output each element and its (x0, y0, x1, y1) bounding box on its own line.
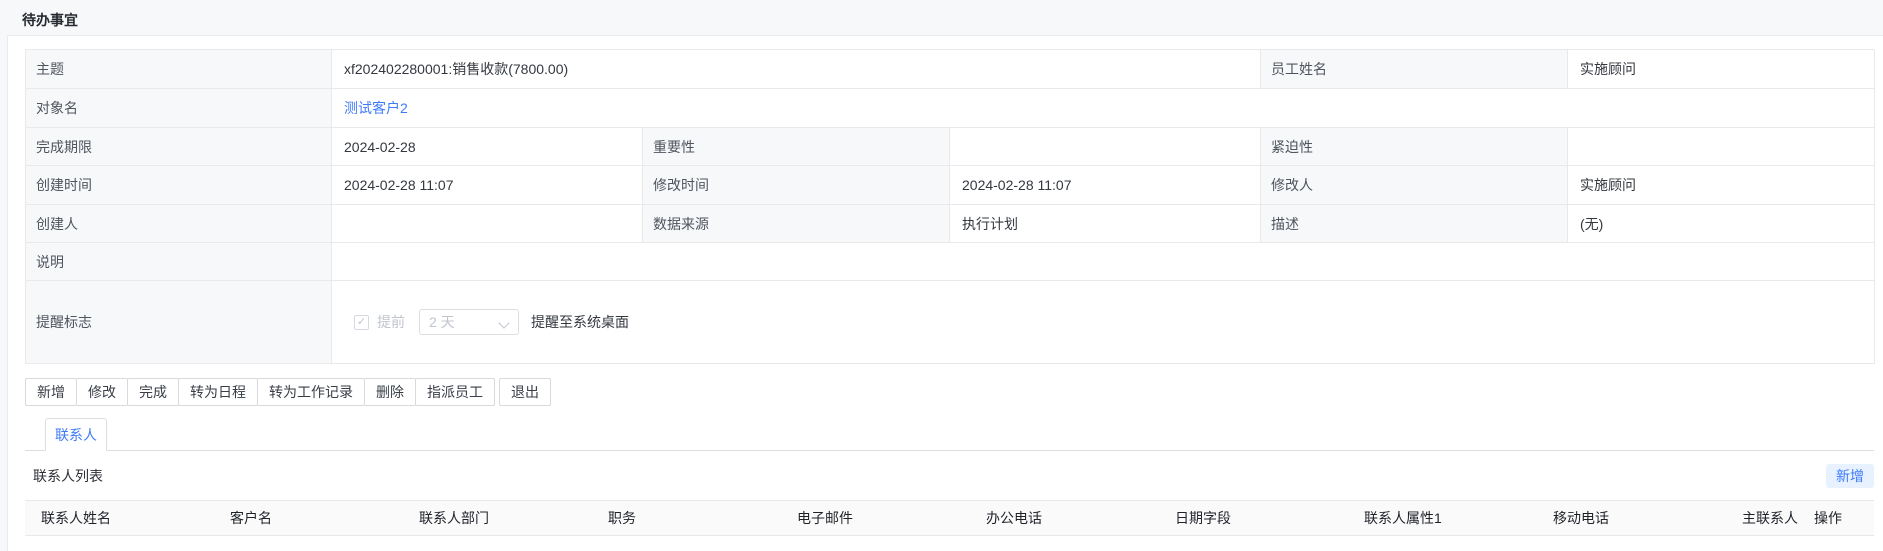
contacts-column-header: 主联系人 (1742, 508, 1814, 528)
add-contact-button[interactable]: 新增 (1826, 464, 1874, 488)
exit-button[interactable]: 退出 (499, 378, 551, 406)
detail-table: 主题 xf202402280001:销售收款(7800.00) 员工姓名 实施顾… (25, 49, 1874, 364)
field-label-creator: 创建人 (26, 205, 332, 243)
contacts-column-header: 日期字段 (1175, 508, 1364, 528)
contacts-column-header: 移动电话 (1553, 508, 1742, 528)
contacts-list-title: 联系人列表 (33, 466, 103, 486)
reminder-advance-label: 提前 (377, 312, 405, 332)
contacts-column-header: 联系人属性1 (1364, 508, 1553, 528)
reminder-advance-value: 2 天 (429, 312, 455, 332)
field-label-object: 对象名 (26, 89, 332, 128)
tab-contacts[interactable]: 联系人 (45, 418, 107, 451)
field-value-data-source: 执行计划 (950, 205, 1261, 243)
content-card: 主题 xf202402280001:销售收款(7800.00) 员工姓名 实施顾… (7, 35, 1883, 551)
field-value-deadline: 2024-02-28 (332, 128, 643, 166)
field-label-subject: 主题 (26, 50, 332, 89)
field-label-created-time: 创建时间 (26, 166, 332, 205)
contacts-column-header: 办公电话 (986, 508, 1175, 528)
reminder-row: ✓ 提前 2 天 提醒至系统桌面 (332, 281, 1875, 364)
contacts-table-header: 联系人姓名客户名联系人部门职务电子邮件办公电话日期字段联系人属性1移动电话主联系… (25, 500, 1874, 536)
contacts-column-header: 联系人姓名 (41, 508, 230, 528)
field-value-description: (无) (1568, 205, 1875, 243)
contacts-column-header: 操作 (1814, 508, 1874, 528)
toolbar-button[interactable]: 转为工作记录 (257, 378, 365, 406)
field-label-note: 说明 (26, 243, 332, 281)
action-toolbar: 新增修改完成转为日程转为工作记录删除指派员工 退出 (25, 378, 1883, 406)
field-label-employee: 员工姓名 (1261, 50, 1568, 89)
reminder-suffix-text: 提醒至系统桌面 (531, 312, 629, 332)
reminder-checkbox[interactable]: ✓ (354, 315, 369, 330)
page-title: 待办事宜 (0, 0, 1883, 35)
field-value-creator (332, 205, 643, 243)
field-value-subject: xf202402280001:销售收款(7800.00) (332, 50, 1261, 89)
toolbar-button[interactable]: 完成 (127, 378, 179, 406)
field-value-modified-time: 2024-02-28 11:07 (950, 166, 1261, 205)
field-label-modified-time: 修改时间 (643, 166, 950, 205)
field-label-deadline: 完成期限 (26, 128, 332, 166)
field-label-importance: 重要性 (643, 128, 950, 166)
field-label-modifier: 修改人 (1261, 166, 1568, 205)
field-label-urgency: 紧迫性 (1261, 128, 1568, 166)
toolbar-button[interactable]: 修改 (76, 378, 128, 406)
contacts-column-header: 联系人部门 (419, 508, 608, 528)
contacts-list-header: 联系人列表 新增 (25, 464, 1874, 488)
toolbar-button[interactable]: 指派员工 (415, 378, 495, 406)
field-label-description: 描述 (1261, 205, 1568, 243)
toolbar-button[interactable]: 删除 (364, 378, 416, 406)
tab-bar: 联系人 (25, 418, 1874, 451)
field-value-importance (950, 128, 1261, 166)
object-name-link[interactable]: 测试客户2 (344, 98, 408, 118)
chevron-down-icon (500, 318, 509, 327)
reminder-advance-select[interactable]: 2 天 (419, 309, 519, 335)
toolbar-button[interactable]: 转为日程 (178, 378, 258, 406)
field-value-modifier: 实施顾问 (1568, 166, 1875, 205)
toolbar-button[interactable]: 新增 (25, 378, 77, 406)
field-value-object: 测试客户2 (332, 89, 1875, 128)
field-value-note (332, 243, 1875, 281)
field-value-employee: 实施顾问 (1568, 50, 1875, 89)
contacts-column-header: 职务 (608, 508, 797, 528)
contacts-column-header: 客户名 (230, 508, 419, 528)
field-value-urgency (1568, 128, 1875, 166)
field-value-created-time: 2024-02-28 11:07 (332, 166, 643, 205)
field-label-reminder: 提醒标志 (26, 281, 332, 364)
field-label-data-source: 数据来源 (643, 205, 950, 243)
contacts-column-header: 电子邮件 (797, 508, 986, 528)
